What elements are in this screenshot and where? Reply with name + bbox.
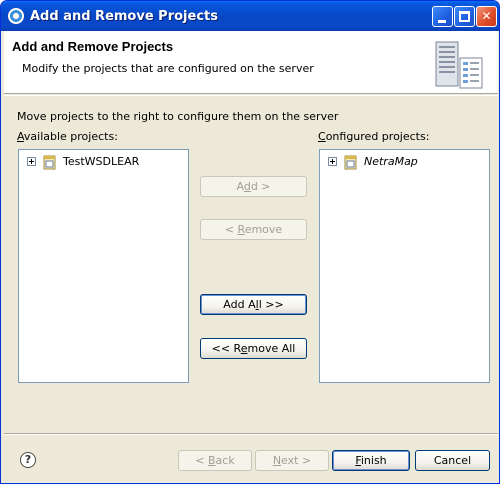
- wizard-header: Add and Remove Projects Modify the proje…: [4, 31, 498, 94]
- cancel-button[interactable]: Cancel: [415, 450, 490, 471]
- maximize-icon: [459, 11, 470, 22]
- app-icon: [8, 8, 24, 24]
- header-divider: [4, 95, 498, 96]
- back-button[interactable]: < Back: [178, 450, 252, 471]
- next-button[interactable]: Next >: [255, 450, 329, 471]
- close-icon: ✕: [481, 9, 492, 23]
- page-description: Modify the projects that are configured …: [22, 62, 314, 75]
- configured-projects-list[interactable]: NetraMap: [319, 149, 490, 383]
- desktop-background: [0, 484, 504, 491]
- instruction-text: Move projects to the right to configure …: [17, 110, 339, 123]
- finish-button[interactable]: Finish: [332, 450, 410, 471]
- title-bar[interactable]: Add and Remove Projects ✕: [1, 1, 499, 31]
- page-title: Add and Remove Projects: [12, 39, 174, 54]
- expand-icon[interactable]: [328, 157, 337, 166]
- available-projects-list[interactable]: TestWSDLEAR: [18, 149, 189, 383]
- window-title: Add and Remove Projects: [30, 9, 218, 24]
- remove-all-button[interactable]: << Remove All: [200, 338, 307, 359]
- add-button[interactable]: Add >: [200, 176, 307, 197]
- help-icon[interactable]: ?: [20, 452, 36, 468]
- configured-projects-label: Configured projects:: [318, 130, 430, 143]
- close-button[interactable]: ✕: [476, 6, 497, 27]
- server-icon: [435, 41, 483, 89]
- project-icon: [43, 155, 56, 170]
- available-projects-label: Available projects:: [17, 130, 118, 143]
- remove-button[interactable]: < Remove: [200, 219, 307, 240]
- maximize-button[interactable]: [454, 6, 475, 27]
- minimize-button[interactable]: [432, 6, 453, 27]
- dialog-window: Add and Remove Projects ✕ Add and Remove…: [0, 0, 500, 484]
- project-name: TestWSDLEAR: [63, 155, 140, 168]
- add-all-button[interactable]: Add All >>: [200, 294, 307, 315]
- minimize-icon: [438, 20, 446, 23]
- project-icon: [344, 155, 357, 170]
- expand-icon[interactable]: [27, 157, 36, 166]
- project-name: NetraMap: [364, 155, 418, 168]
- footer-divider-highlight: [4, 434, 498, 435]
